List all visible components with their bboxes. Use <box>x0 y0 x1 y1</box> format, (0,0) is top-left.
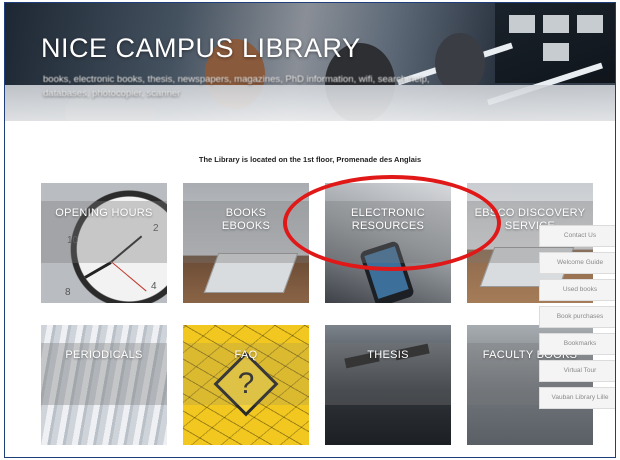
side-menu-welcome-guide[interactable]: Welcome Guide <box>539 252 615 274</box>
side-menu-used-books[interactable]: Used books <box>539 279 615 301</box>
location-text: The Library is located on the 1st floor,… <box>198 155 422 164</box>
side-menu-bookmarks[interactable]: Bookmarks <box>539 333 615 355</box>
tile-label: PERIODICALS <box>65 349 143 361</box>
side-menu: Contact Us Welcome Guide Used books Book… <box>539 225 615 414</box>
side-menu-vauban-library-lille[interactable]: Vauban Library Lille <box>539 387 615 409</box>
tile-label: BOOKS EBOOKS <box>221 207 271 232</box>
side-menu-virtual-tour[interactable]: Virtual Tour <box>539 360 615 382</box>
side-menu-book-purchases[interactable]: Book purchases <box>539 306 615 328</box>
tile-opening-hours[interactable]: 10 2 8 4 OPENING HOURS <box>41 183 167 303</box>
tile-thesis[interactable]: THESIS <box>325 325 451 445</box>
tile-books-ebooks[interactable]: BOOKS EBOOKS <box>183 183 309 303</box>
tile-label: FAQ <box>234 349 258 361</box>
tile-periodicals[interactable]: PERIODICALS <box>41 325 167 445</box>
annotation-circle <box>283 175 501 271</box>
clock-number: 4 <box>151 281 157 292</box>
tile-label: THESIS <box>367 349 409 361</box>
tile-faq[interactable]: ? FAQ <box>183 325 309 445</box>
library-title: NICE CAMPUS LIBRARY <box>41 33 361 63</box>
clock-hand <box>84 261 112 279</box>
hero-banner: NICE CAMPUS LIBRARY books, electronic bo… <box>5 3 615 121</box>
clock-number: 8 <box>65 287 71 298</box>
page-frame: NICE CAMPUS LIBRARY books, electronic bo… <box>4 2 616 458</box>
library-subtitle: books, electronic books, thesis, newspap… <box>43 74 430 99</box>
banner-window <box>495 3 615 83</box>
side-menu-contact-us[interactable]: Contact Us <box>539 225 615 247</box>
clock-hand <box>110 261 147 292</box>
tile-label: OPENING HOURS <box>55 207 153 219</box>
